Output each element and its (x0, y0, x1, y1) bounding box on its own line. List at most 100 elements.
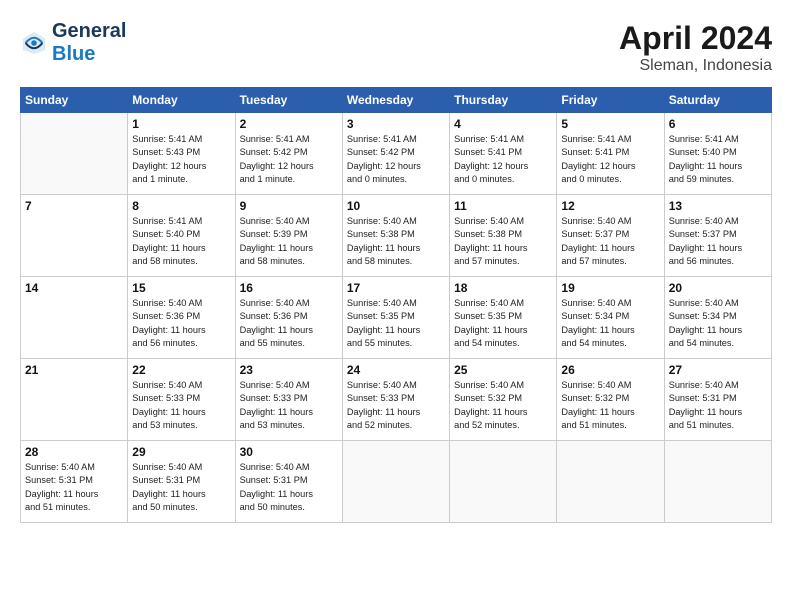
day-number: 11 (454, 199, 552, 213)
calendar-cell: 24 Sunrise: 5:40 AMSunset: 5:33 PMDayligh… (342, 359, 449, 441)
calendar-cell: 2 Sunrise: 5:41 AMSunset: 5:42 PMDaylight… (235, 113, 342, 195)
day-info: Sunrise: 5:41 AMSunset: 5:41 PMDaylight:… (561, 133, 659, 186)
day-number: 22 (132, 363, 230, 377)
day-number: 21 (25, 363, 123, 377)
calendar-cell: 6Sunrise: 5:41 AMSunset: 5:40 PMDaylight… (664, 113, 771, 195)
day-number: 7 (25, 199, 123, 213)
day-number: 2 (240, 117, 338, 131)
calendar-body: 1 Sunrise: 5:41 AMSunset: 5:43 PMDaylight… (21, 113, 772, 523)
calendar-cell (664, 441, 771, 523)
weekday-row: Sunday Monday Tuesday Wednesday Thursday… (21, 88, 772, 113)
day-info: Sunrise: 5:40 AMSunset: 5:36 PMDaylight:… (132, 297, 230, 350)
calendar-cell: 19Sunrise: 5:40 AMSunset: 5:34 PMDayligh… (557, 277, 664, 359)
day-number: 29 (132, 445, 230, 459)
day-number: 25 (454, 363, 552, 377)
calendar-cell: 28 Sunrise: 5:40 AMSunset: 5:31 PMDayligh… (21, 441, 128, 523)
calendar-week-5: 28 Sunrise: 5:40 AMSunset: 5:31 PMDayligh… (21, 441, 772, 523)
calendar-cell: 29 Sunrise: 5:40 AMSunset: 5:31 PMDayligh… (128, 441, 235, 523)
calendar-cell: 23Sunrise: 5:40 AMSunset: 5:33 PMDayligh… (235, 359, 342, 441)
calendar-cell: 14 (21, 277, 128, 359)
col-saturday: Saturday (664, 88, 771, 113)
day-info: Sunrise: 5:41 AMSunset: 5:42 PMDaylight:… (347, 133, 445, 186)
calendar-cell: 11 Sunrise: 5:40 AMSunset: 5:38 PMDayligh… (450, 195, 557, 277)
calendar-cell: 10 Sunrise: 5:40 AMSunset: 5:38 PMDayligh… (342, 195, 449, 277)
day-info: Sunrise: 5:40 AMSunset: 5:38 PMDaylight:… (454, 215, 552, 268)
day-number: 17 (347, 281, 445, 295)
day-number: 12 (561, 199, 659, 213)
calendar-cell: 4Sunrise: 5:41 AMSunset: 5:41 PMDaylight… (450, 113, 557, 195)
calendar-cell: 16 Sunrise: 5:40 AMSunset: 5:36 PMDayligh… (235, 277, 342, 359)
day-info: Sunrise: 5:40 AMSunset: 5:36 PMDaylight:… (240, 297, 338, 350)
title-block: April 2024 Sleman, Indonesia (619, 20, 772, 75)
day-number: 20 (669, 281, 767, 295)
day-info: Sunrise: 5:40 AMSunset: 5:31 PMDaylight:… (240, 461, 338, 514)
day-number: 18 (454, 281, 552, 295)
day-info: Sunrise: 5:40 AMSunset: 5:31 PMDaylight:… (132, 461, 230, 514)
logo-text: General Blue (52, 20, 126, 66)
day-number: 1 (132, 117, 230, 131)
day-number: 6 (669, 117, 767, 131)
calendar-cell: 5 Sunrise: 5:41 AMSunset: 5:41 PMDaylight… (557, 113, 664, 195)
col-tuesday: Tuesday (235, 88, 342, 113)
calendar-cell: 22 Sunrise: 5:40 AMSunset: 5:33 PMDayligh… (128, 359, 235, 441)
day-number: 9 (240, 199, 338, 213)
day-info: Sunrise: 5:40 AMSunset: 5:31 PMDaylight:… (25, 461, 123, 514)
logo: General Blue (20, 20, 126, 66)
calendar-cell: 15 Sunrise: 5:40 AMSunset: 5:36 PMDayligh… (128, 277, 235, 359)
day-number: 27 (669, 363, 767, 377)
day-info: Sunrise: 5:41 AMSunset: 5:40 PMDaylight:… (132, 215, 230, 268)
day-info: Sunrise: 5:40 AMSunset: 5:35 PMDaylight:… (454, 297, 552, 350)
day-number: 8 (132, 199, 230, 213)
day-info: Sunrise: 5:41 AMSunset: 5:42 PMDaylight:… (240, 133, 338, 186)
calendar-week-4: 21 22 Sunrise: 5:40 AMSunset: 5:33 PMDayli… (21, 359, 772, 441)
header: General Blue April 2024 Sleman, Indonesi… (20, 20, 772, 75)
calendar-header: Sunday Monday Tuesday Wednesday Thursday… (21, 88, 772, 113)
calendar-cell: 13 Sunrise: 5:40 AMSunset: 5:37 PMDayligh… (664, 195, 771, 277)
logo-line1: General (52, 20, 126, 43)
day-number: 3 (347, 117, 445, 131)
calendar-week-2: 78 Sunrise: 5:41 AMSunset: 5:40 PMDayligh… (21, 195, 772, 277)
location: Sleman, Indonesia (619, 57, 772, 75)
calendar-cell: 1 Sunrise: 5:41 AMSunset: 5:43 PMDaylight… (128, 113, 235, 195)
calendar-table: Sunday Monday Tuesday Wednesday Thursday… (20, 87, 772, 523)
day-number: 14 (25, 281, 123, 295)
col-sunday: Sunday (21, 88, 128, 113)
col-monday: Monday (128, 88, 235, 113)
day-number: 28 (25, 445, 123, 459)
day-number: 10 (347, 199, 445, 213)
day-number: 15 (132, 281, 230, 295)
calendar-cell: 18 Sunrise: 5:40 AMSunset: 5:35 PMDayligh… (450, 277, 557, 359)
day-info: Sunrise: 5:40 AMSunset: 5:39 PMDaylight:… (240, 215, 338, 268)
day-info: Sunrise: 5:40 AMSunset: 5:34 PMDaylight:… (561, 297, 659, 350)
day-number: 4 (454, 117, 552, 131)
logo-line2: Blue (52, 43, 126, 66)
calendar-week-1: 1 Sunrise: 5:41 AMSunset: 5:43 PMDaylight… (21, 113, 772, 195)
day-number: 24 (347, 363, 445, 377)
day-info: Sunrise: 5:41 AMSunset: 5:43 PMDaylight:… (132, 133, 230, 186)
calendar-cell: 9 Sunrise: 5:40 AMSunset: 5:39 PMDaylight… (235, 195, 342, 277)
calendar-cell (342, 441, 449, 523)
calendar-cell: 3 Sunrise: 5:41 AMSunset: 5:42 PMDaylight… (342, 113, 449, 195)
day-info: Sunrise: 5:40 AMSunset: 5:33 PMDaylight:… (347, 379, 445, 432)
day-info: Sunrise: 5:40 AMSunset: 5:33 PMDaylight:… (240, 379, 338, 432)
day-info: Sunrise: 5:40 AMSunset: 5:37 PMDaylight:… (669, 215, 767, 268)
day-number: 13 (669, 199, 767, 213)
calendar-cell (557, 441, 664, 523)
day-info: Sunrise: 5:40 AMSunset: 5:38 PMDaylight:… (347, 215, 445, 268)
logo-icon (20, 29, 48, 57)
col-thursday: Thursday (450, 88, 557, 113)
calendar-cell: 25 Sunrise: 5:40 AMSunset: 5:32 PMDayligh… (450, 359, 557, 441)
day-number: 16 (240, 281, 338, 295)
page-container: General Blue April 2024 Sleman, Indonesi… (0, 0, 792, 533)
calendar-cell: 20 Sunrise: 5:40 AMSunset: 5:34 PMDayligh… (664, 277, 771, 359)
calendar-cell: 30Sunrise: 5:40 AMSunset: 5:31 PMDayligh… (235, 441, 342, 523)
day-info: Sunrise: 5:40 AMSunset: 5:34 PMDaylight:… (669, 297, 767, 350)
calendar-cell: 17Sunrise: 5:40 AMSunset: 5:35 PMDayligh… (342, 277, 449, 359)
day-number: 5 (561, 117, 659, 131)
day-info: Sunrise: 5:40 AMSunset: 5:32 PMDaylight:… (454, 379, 552, 432)
calendar-cell: 27 Sunrise: 5:40 AMSunset: 5:31 PMDayligh… (664, 359, 771, 441)
calendar-cell: 26Sunrise: 5:40 AMSunset: 5:32 PMDayligh… (557, 359, 664, 441)
col-wednesday: Wednesday (342, 88, 449, 113)
day-info: Sunrise: 5:40 AMSunset: 5:31 PMDaylight:… (669, 379, 767, 432)
day-info: Sunrise: 5:40 AMSunset: 5:33 PMDaylight:… (132, 379, 230, 432)
